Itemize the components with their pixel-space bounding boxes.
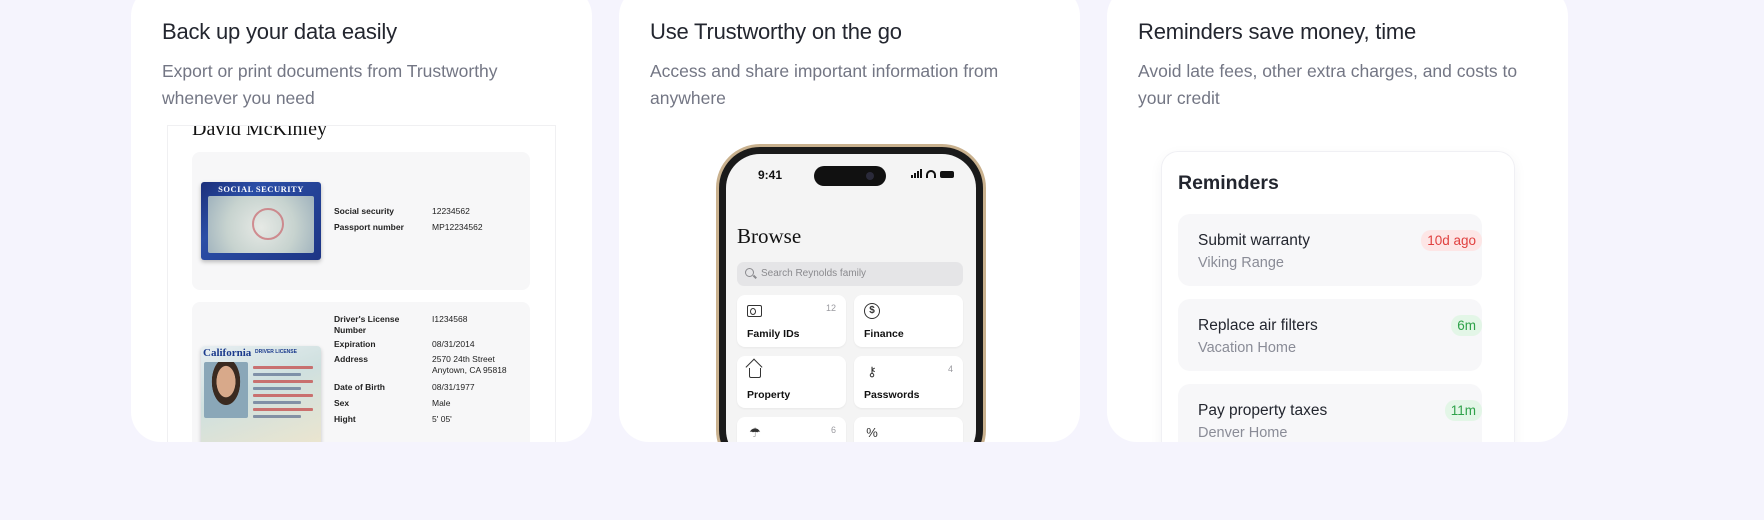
reminder-item[interactable]: Replace air filters Vacation Home 6m (1178, 299, 1482, 371)
card-description: Export or print documents from Trustwort… (162, 61, 498, 108)
tile-count: 12 (825, 303, 836, 313)
ss-card-text: SOCIAL SECURITY (218, 184, 304, 194)
tile-insurance[interactable]: ☂ 6 (737, 417, 846, 442)
reminder-item[interactable]: Submit warranty Viking Range 10d ago (1178, 214, 1482, 286)
dl-photo (204, 362, 248, 418)
reminder-subtitle: Denver Home (1198, 425, 1288, 441)
card-description: Access and share important information f… (650, 61, 999, 108)
field-key: Driver's License Number (334, 314, 400, 335)
tile-count: 6 (830, 425, 836, 435)
field-key: Sex (334, 398, 350, 408)
ss-panel: SOCIAL SECURITY Social security 12234562… (192, 152, 530, 290)
wifi-icon (926, 170, 936, 178)
tile-label: Passwords (864, 389, 920, 401)
tile-count: 4 (947, 364, 953, 374)
field-key: Passport number (334, 222, 404, 232)
status-badge: 10d ago (1421, 230, 1482, 251)
feature-card-backup: Back up your data easily Export or print… (131, 0, 592, 442)
card-description: Avoid late fees, other extra charges, an… (1138, 61, 1518, 108)
field-value: 08/31/1977 (432, 382, 475, 392)
search-input[interactable]: Search Reynolds family (737, 262, 963, 286)
reminders-panel: Reminders Submit warranty Viking Range 1… (1162, 152, 1514, 442)
field-key: Expiration (334, 339, 376, 349)
card-title: Use Trustworthy on the go (650, 19, 902, 44)
key-icon: ⚷ (867, 364, 877, 379)
reminders-heading: Reminders (1178, 172, 1279, 194)
search-placeholder: Search Reynolds family (761, 268, 867, 279)
tile-finance[interactable]: $ Finance (854, 295, 963, 347)
dl-panel: California DRIVER LICENSE Driver's Licen… (192, 302, 530, 442)
feature-card-mobile: Use Trustworthy on the go Access and sha… (619, 0, 1080, 442)
reminder-title: Replace air filters (1198, 317, 1318, 334)
card-title: Back up your data easily (162, 19, 397, 44)
umbrella-icon: ☂ (749, 425, 761, 440)
house-icon (749, 368, 761, 378)
field-value: MP12234562 (432, 222, 483, 232)
browse-title: Browse (737, 224, 802, 248)
id-card-icon (747, 305, 762, 317)
field-key: Social security (334, 206, 395, 216)
tile-label: Family IDs (747, 328, 800, 340)
dl-state: California (203, 347, 252, 359)
phone-mockup: 9:41 Browse Search Reynolds family 12 Fa… (716, 144, 986, 442)
tile-taxes[interactable]: % (854, 417, 963, 442)
field-key: Date of Birth (334, 382, 385, 392)
field-value: 12234562 (432, 206, 470, 216)
drivers-license-image: California DRIVER LICENSE (201, 346, 321, 442)
reminder-item[interactable]: Pay property taxes Denver Home 11m (1178, 384, 1482, 442)
tile-property[interactable]: Property (737, 356, 846, 408)
field-value: 2570 24th Street Anytown, CA 95818 (432, 354, 507, 375)
field-value: 08/31/2014 (432, 339, 475, 349)
status-badge: 6m (1451, 315, 1482, 336)
field-key: Address (334, 354, 369, 364)
card-title: Reminders save money, time (1138, 19, 1417, 44)
social-security-card-image: SOCIAL SECURITY (201, 182, 321, 260)
percent-icon: % (866, 425, 878, 440)
tile-label: Property (747, 389, 791, 401)
feature-card-reminders: Reminders save money, time Avoid late fe… (1107, 0, 1568, 442)
document-person-name: David McKinley (192, 126, 327, 140)
reminder-title: Pay property taxes (1198, 402, 1328, 419)
reminder-subtitle: Vacation Home (1198, 340, 1297, 356)
signal-icon (911, 169, 922, 178)
field-key: Hight (334, 414, 356, 424)
reminder-subtitle: Viking Range (1198, 255, 1284, 271)
eagle-emblem-icon (252, 208, 284, 240)
document-preview: David McKinley SOCIAL SECURITY Social se… (168, 126, 555, 442)
field-value: 5' 05' (432, 414, 452, 424)
dollar-coin-icon: $ (864, 303, 880, 319)
status-time: 9:41 (758, 168, 783, 182)
reminder-title: Submit warranty (1198, 232, 1310, 249)
field-value: I1234568 (432, 314, 468, 324)
phone-screen: 9:41 Browse Search Reynolds family 12 Fa… (726, 154, 976, 442)
tile-label: Finance (864, 328, 904, 340)
dl-text-lines (253, 366, 313, 422)
field-value: Male (432, 398, 451, 408)
dynamic-island (814, 166, 886, 186)
dl-tag: DRIVER LICENSE (255, 349, 297, 355)
status-badge: 11m (1444, 400, 1482, 421)
tile-family-ids[interactable]: 12 Family IDs (737, 295, 846, 347)
search-icon (745, 268, 754, 277)
status-icons (911, 169, 954, 178)
tile-passwords[interactable]: ⚷ 4 Passwords (854, 356, 963, 408)
battery-icon (940, 171, 954, 178)
